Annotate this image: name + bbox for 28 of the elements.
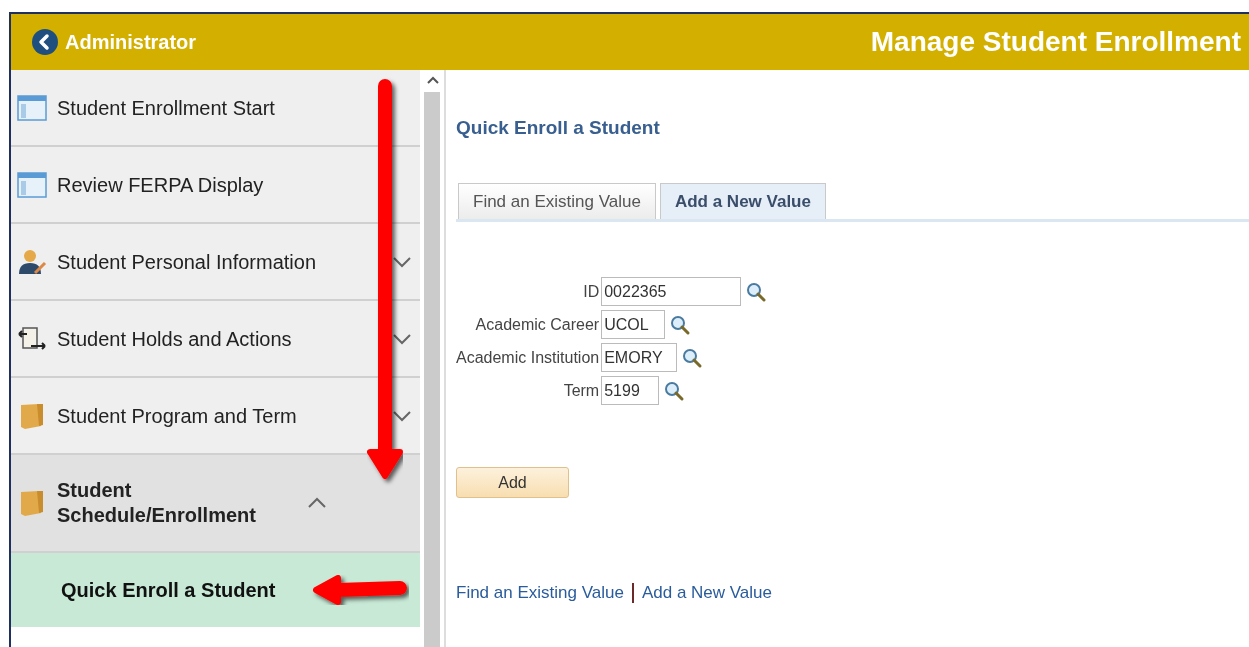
sidebar-item[interactable]: Student Holds and Actions [11, 301, 420, 378]
link[interactable]: Add a New Value [641, 580, 772, 606]
sidebar-item[interactable]: Student Enrollment Start [11, 70, 420, 147]
sidebar-subitem[interactable]: Quick Enroll a Student [11, 553, 420, 627]
page-icon [17, 93, 47, 122]
search-icon[interactable] [745, 280, 768, 303]
sidebar-item[interactable]: Student Personal Information [11, 224, 420, 301]
input-field[interactable]: EMORY [601, 343, 678, 372]
back-icon [31, 28, 59, 56]
page-title: Quick Enroll a Student [456, 116, 661, 140]
search-icon[interactable] [681, 346, 704, 369]
sidebar-item[interactable]: Student Program and Term [11, 378, 420, 455]
search-icon[interactable] [669, 313, 692, 336]
page-header-title: Manage Student Enrollment [870, 25, 1241, 59]
add-button[interactable]: Add [456, 467, 569, 498]
page-icon [17, 170, 47, 199]
sidebar-item[interactable]: Review FERPA Display [11, 147, 420, 224]
search-icon[interactable] [663, 379, 686, 402]
tab[interactable]: Find an Existing Value [458, 182, 656, 219]
tab[interactable]: Add a New Value [659, 182, 826, 219]
input-field[interactable]: 5199 [601, 376, 660, 405]
field-label: Term [562, 380, 600, 401]
field-label: Academic Institution [456, 347, 600, 368]
field-label: ID [582, 281, 600, 302]
input-field[interactable]: UCOL [601, 310, 666, 339]
link[interactable]: Find an Existing Value [456, 580, 624, 606]
input-field[interactable]: 0022365 [601, 277, 742, 306]
field-label: Academic Career [474, 314, 600, 335]
